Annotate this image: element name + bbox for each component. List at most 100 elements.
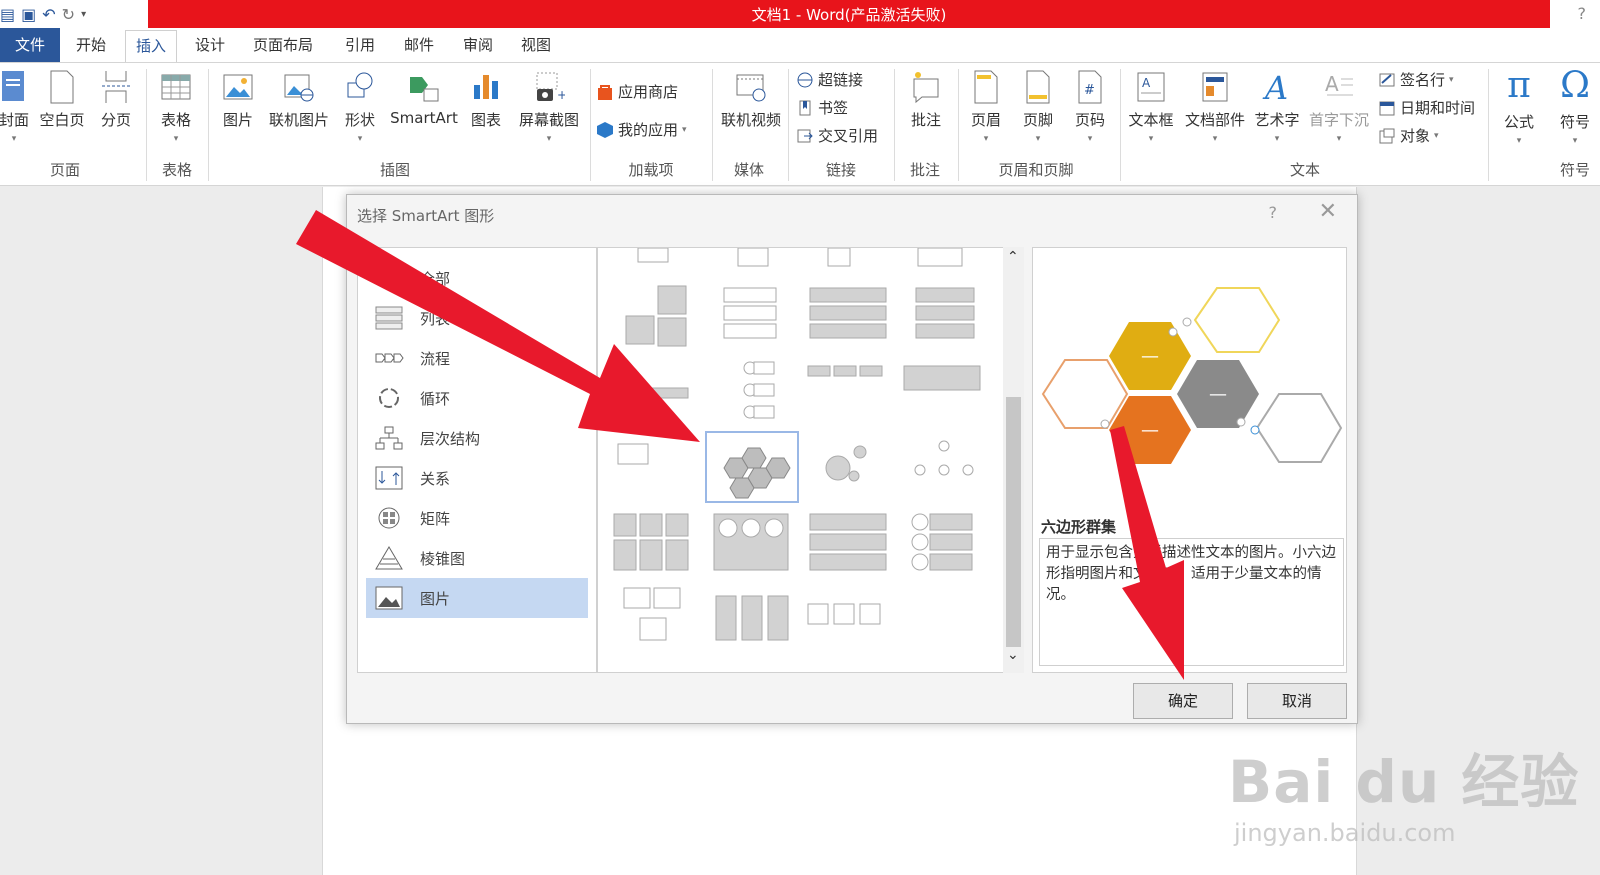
wordart-icon: A bbox=[1262, 69, 1288, 105]
undo-icon[interactable]: ↶ bbox=[42, 5, 55, 24]
smartart-button[interactable]: SmartArt bbox=[386, 69, 462, 127]
footer-label: 页脚 bbox=[1022, 111, 1053, 129]
category-process[interactable]: 流程 bbox=[366, 338, 588, 378]
bookmark-button[interactable]: 书签 bbox=[796, 97, 848, 118]
online-picture-button[interactable]: 联机图片 bbox=[264, 69, 334, 130]
omega-icon: Ω bbox=[1560, 65, 1590, 106]
category-label: 流程 bbox=[420, 349, 451, 368]
category-relationship[interactable]: 关系 bbox=[366, 458, 588, 498]
help-icon[interactable]: ? bbox=[1578, 4, 1587, 23]
category-cycle[interactable]: 循环 bbox=[366, 378, 588, 418]
scroll-down-button[interactable]: ⌄ bbox=[1007, 647, 1019, 663]
textbox-button[interactable]: A 文本框 ▾ bbox=[1124, 69, 1178, 144]
pages-group-label: 页面 bbox=[49, 161, 80, 179]
store-icon bbox=[598, 84, 612, 100]
picture-label: 图片 bbox=[222, 111, 253, 129]
hex-dash-text: — bbox=[1209, 384, 1227, 405]
smartart-dialog: 选择 SmartArt 图形 ? ✕ 全部 列表 流程 循环 层次结构 关系 矩… bbox=[346, 194, 1358, 724]
redo-icon[interactable]: ↻ bbox=[62, 5, 75, 24]
hyperlink-button[interactable]: 超链接 bbox=[796, 69, 863, 90]
header-icon bbox=[974, 70, 998, 104]
bookmark-label: 书签 bbox=[818, 99, 849, 117]
chevron-down-icon: ▾ bbox=[1434, 130, 1439, 141]
save-icon[interactable]: ▣ bbox=[21, 5, 36, 24]
symbol-button[interactable]: Ω 符号 ▾ bbox=[1550, 65, 1600, 147]
category-label: 列表 bbox=[420, 309, 451, 328]
tab-review[interactable]: 审阅 bbox=[463, 34, 493, 55]
online-video-button[interactable]: 联机视频 bbox=[716, 69, 786, 130]
cross-reference-icon bbox=[797, 129, 813, 142]
scroll-thumb[interactable] bbox=[1006, 397, 1021, 647]
group-separator bbox=[958, 69, 959, 181]
window-title: 文档1 - Word(产品激活失败) bbox=[751, 6, 947, 24]
picture-button[interactable]: 图片 bbox=[216, 69, 260, 130]
layout-description: 用于显示包含关联描述性文本的图片。小六边形指明图片和文本对。适用于少量文本的情况… bbox=[1039, 538, 1344, 666]
screenshot-button[interactable]: + 屏幕截图 ▾ bbox=[514, 69, 584, 144]
signature-line-button[interactable]: 签名行 ▾ bbox=[1378, 69, 1454, 90]
blank-page-button[interactable]: 空白页 bbox=[36, 69, 88, 130]
chevron-down-icon: ▾ bbox=[1212, 134, 1218, 144]
shapes-button[interactable]: 形状 ▾ bbox=[340, 69, 380, 144]
page-break-button[interactable]: 分页 bbox=[96, 69, 136, 130]
customize-qat-icon[interactable]: ▾ bbox=[81, 9, 86, 20]
table-icon bbox=[161, 74, 191, 100]
scroll-up-button[interactable]: ⌃ bbox=[1007, 249, 1019, 265]
footer-icon bbox=[1026, 70, 1050, 104]
tab-design[interactable]: 设计 bbox=[195, 34, 225, 55]
quick-parts-button[interactable]: 文档部件 ▾ bbox=[1182, 69, 1248, 144]
cancel-button[interactable]: 取消 bbox=[1247, 683, 1347, 719]
tab-file[interactable]: 文件 bbox=[0, 28, 60, 62]
comment-label: 批注 bbox=[910, 111, 941, 129]
chevron-down-icon: ▾ bbox=[546, 134, 552, 144]
wordart-button[interactable]: A 艺术字 ▾ bbox=[1250, 69, 1304, 144]
store-button[interactable]: 应用商店 bbox=[596, 81, 678, 102]
category-picture[interactable]: 图片 bbox=[366, 578, 588, 618]
object-button[interactable]: 对象 ▾ bbox=[1378, 125, 1439, 146]
table-button[interactable]: 表格 ▾ bbox=[156, 69, 196, 144]
footer-button[interactable]: 页脚 ▾ bbox=[1016, 69, 1060, 144]
list-icon bbox=[375, 306, 403, 330]
shapes-label: 形状 bbox=[344, 111, 375, 129]
quick-parts-label: 文档部件 bbox=[1184, 111, 1245, 129]
ok-button[interactable]: 确定 bbox=[1133, 683, 1233, 719]
textbox-icon: A bbox=[1137, 72, 1165, 102]
category-all[interactable]: 全部 bbox=[366, 258, 588, 298]
chevron-down-icon: ▾ bbox=[1572, 136, 1578, 146]
cycle-icon bbox=[379, 388, 399, 408]
header-button[interactable]: 页眉 ▾ bbox=[964, 69, 1008, 144]
cross-reference-button[interactable]: 交叉引用 bbox=[796, 125, 878, 146]
chart-button[interactable]: 图表 bbox=[466, 69, 506, 130]
page-number-button[interactable]: # 页码 ▾ bbox=[1068, 69, 1112, 144]
svg-text:+: + bbox=[557, 88, 565, 102]
layout-gallery bbox=[597, 247, 1024, 673]
chart-label: 图表 bbox=[470, 111, 501, 129]
gallery-scrollbar[interactable]: ⌃ ⌄ bbox=[1003, 247, 1024, 673]
category-label: 全部 bbox=[420, 269, 451, 288]
cover-page-button[interactable]: 封面 ▾ bbox=[0, 69, 32, 144]
chevron-down-icon: ▾ bbox=[1336, 134, 1342, 144]
tab-insert[interactable]: 插入 bbox=[125, 30, 178, 62]
watermark-url: jingyan.baidu.com bbox=[1234, 819, 1456, 847]
close-icon[interactable]: ✕ bbox=[1319, 199, 1337, 224]
preview-panel: — — — 六边形群集 用于显示包含关联描述性文本的图片。小六边形指明图片和文本… bbox=[1032, 247, 1347, 673]
wordart-label: 艺术字 bbox=[1254, 111, 1300, 129]
tab-mailings[interactable]: 邮件 bbox=[404, 34, 434, 55]
page-break-icon bbox=[102, 71, 130, 103]
help-icon[interactable]: ? bbox=[1269, 203, 1278, 222]
tab-home[interactable]: 开始 bbox=[76, 34, 106, 55]
my-apps-button[interactable]: 我的应用 ▾ bbox=[596, 119, 687, 140]
cover-page-icon bbox=[2, 71, 24, 101]
category-list-item[interactable]: 列表 bbox=[366, 298, 588, 338]
svg-text:A: A bbox=[1325, 72, 1339, 96]
tab-view[interactable]: 视图 bbox=[521, 34, 551, 55]
date-time-button[interactable]: 日期和时间 bbox=[1378, 97, 1475, 118]
category-matrix[interactable]: 矩阵 bbox=[366, 498, 588, 538]
comment-button[interactable]: 批注 bbox=[904, 69, 948, 130]
category-hierarchy[interactable]: 层次结构 bbox=[366, 418, 588, 458]
tab-references[interactable]: 引用 bbox=[345, 34, 375, 55]
header-label: 页眉 bbox=[970, 111, 1001, 129]
dropcap-button[interactable]: A 首字下沉 ▾ bbox=[1306, 69, 1372, 144]
category-pyramid[interactable]: 棱锥图 bbox=[366, 538, 588, 578]
equation-button[interactable]: π 公式 ▾ bbox=[1494, 67, 1544, 147]
tab-layout[interactable]: 页面布局 bbox=[253, 34, 313, 55]
